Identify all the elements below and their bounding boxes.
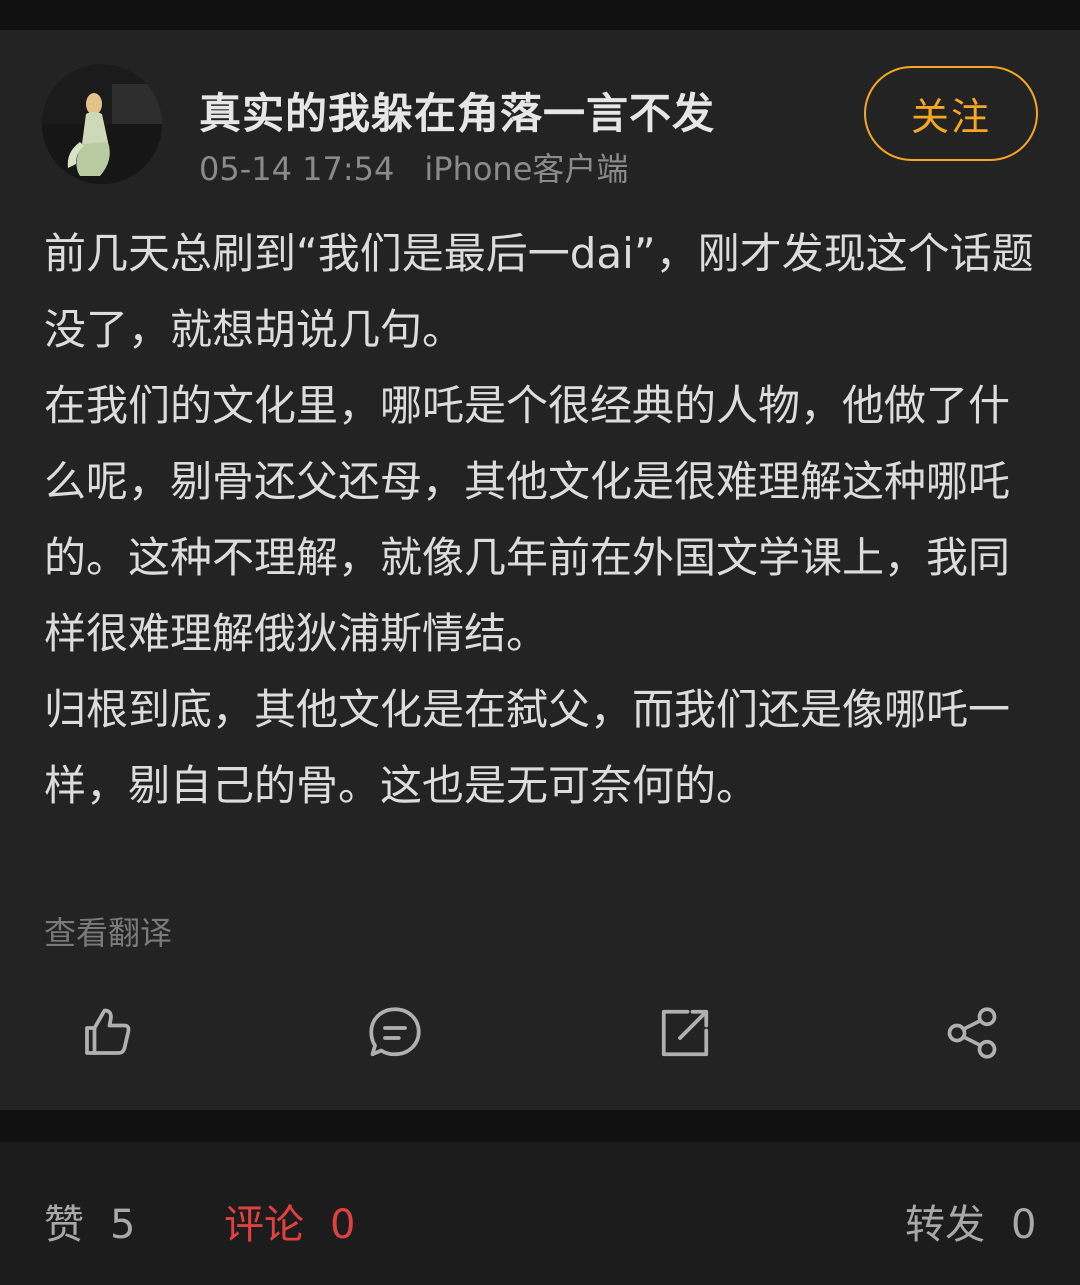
likes-label: 赞 bbox=[44, 1202, 84, 1248]
page: 真实的我躲在角落一言不发 05-14 17:54 iPhone客户端 关注 前几天… bbox=[0, 0, 1080, 1285]
action-bar bbox=[0, 998, 1080, 1068]
post-paragraph: 前几天总刷到“我们是最后一dai”，刚才发现这个话题没了，就想胡说几句。 bbox=[44, 229, 1034, 354]
comment-icon bbox=[369, 1007, 421, 1057]
comments-count: 0 bbox=[330, 1202, 356, 1248]
tab-reposts[interactable]: 转发 0 bbox=[905, 1192, 1036, 1250]
like-button[interactable] bbox=[72, 998, 142, 1068]
reposts-label: 转发 bbox=[905, 1202, 985, 1248]
translate-link[interactable]: 查看翻译 bbox=[44, 908, 172, 954]
thumbs-up-icon bbox=[85, 1008, 131, 1055]
username[interactable]: 真实的我躲在角落一言不发 bbox=[199, 80, 715, 141]
comments-label: 评论 bbox=[224, 1202, 304, 1248]
post-meta: 05-14 17:54 iPhone客户端 bbox=[199, 144, 628, 190]
avatar-image bbox=[42, 64, 162, 184]
comment-button[interactable] bbox=[360, 998, 430, 1068]
likes-count: 5 bbox=[110, 1202, 136, 1248]
post-source: iPhone客户端 bbox=[424, 150, 629, 188]
follow-button[interactable]: 关注 bbox=[864, 66, 1038, 161]
tab-likes[interactable]: 赞5 bbox=[44, 1192, 135, 1250]
post-paragraph: 归根到底，其他文化是在弑父，而我们还是像哪吒一样，剔自己的骨。这也是无可奈何的。 bbox=[44, 685, 1011, 810]
post-body: 前几天总刷到“我们是最后一dai”，刚才发现这个话题没了，就想胡说几句。 在我们… bbox=[44, 216, 1044, 824]
reposts-count: 0 bbox=[1011, 1202, 1037, 1248]
stats-bar: 赞5 评论 0 转发 0 bbox=[0, 1142, 1080, 1285]
post-card: 真实的我躲在角落一言不发 05-14 17:54 iPhone客户端 关注 前几天… bbox=[0, 30, 1080, 1110]
avatar[interactable] bbox=[42, 64, 162, 184]
tab-comments[interactable]: 评论 0 bbox=[224, 1192, 355, 1250]
post-paragraph: 在我们的文化里，哪吒是个很经典的人物，他做了什么呢，剔骨还父还母，其他文化是很难… bbox=[44, 381, 1011, 658]
repost-icon bbox=[661, 1009, 709, 1057]
share-icon bbox=[947, 1007, 997, 1059]
share-button[interactable] bbox=[937, 998, 1007, 1068]
post-time: 05-14 17:54 bbox=[199, 150, 395, 188]
repost-button[interactable] bbox=[650, 998, 720, 1068]
